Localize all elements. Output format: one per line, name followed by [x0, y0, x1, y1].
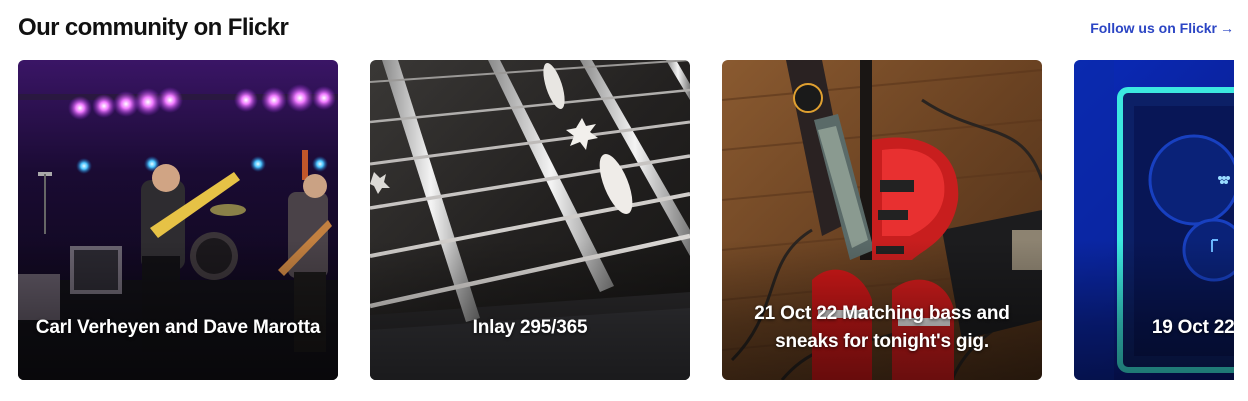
- photo-card-amp[interactable]: 19 Oct 22 Phi bass: [1074, 60, 1234, 380]
- follow-link-label: Follow us on Flickr: [1090, 20, 1217, 36]
- photo-caption: 19 Oct 22 Phi bass: [1151, 317, 1234, 338]
- photo-card-inlay[interactable]: Inlay 295/365: [370, 60, 690, 380]
- follow-on-flickr-link[interactable]: Follow us on Flickr →: [1090, 19, 1234, 37]
- photo-gallery: Carl Verheyen and Dave Marotta Inlay 295…: [18, 60, 1234, 380]
- section-heading: Our community on Flickr: [18, 14, 289, 41]
- flickr-community-section: Our community on Flickr Follow us on Fli…: [0, 0, 1248, 401]
- photo-caption: Inlay 295/365: [472, 317, 588, 338]
- photo-card-concert[interactable]: Carl Verheyen and Dave Marotta: [18, 60, 338, 380]
- photo-caption: Carl Verheyen and Dave Marotta: [35, 317, 321, 338]
- photo-caption: 21 Oct 22 Matching bass and sneaks for t…: [754, 303, 1010, 352]
- arrow-right-icon: →: [1220, 20, 1234, 36]
- photo-card-bass[interactable]: 21 Oct 22 Matching bass and sneaks for t…: [722, 60, 1042, 380]
